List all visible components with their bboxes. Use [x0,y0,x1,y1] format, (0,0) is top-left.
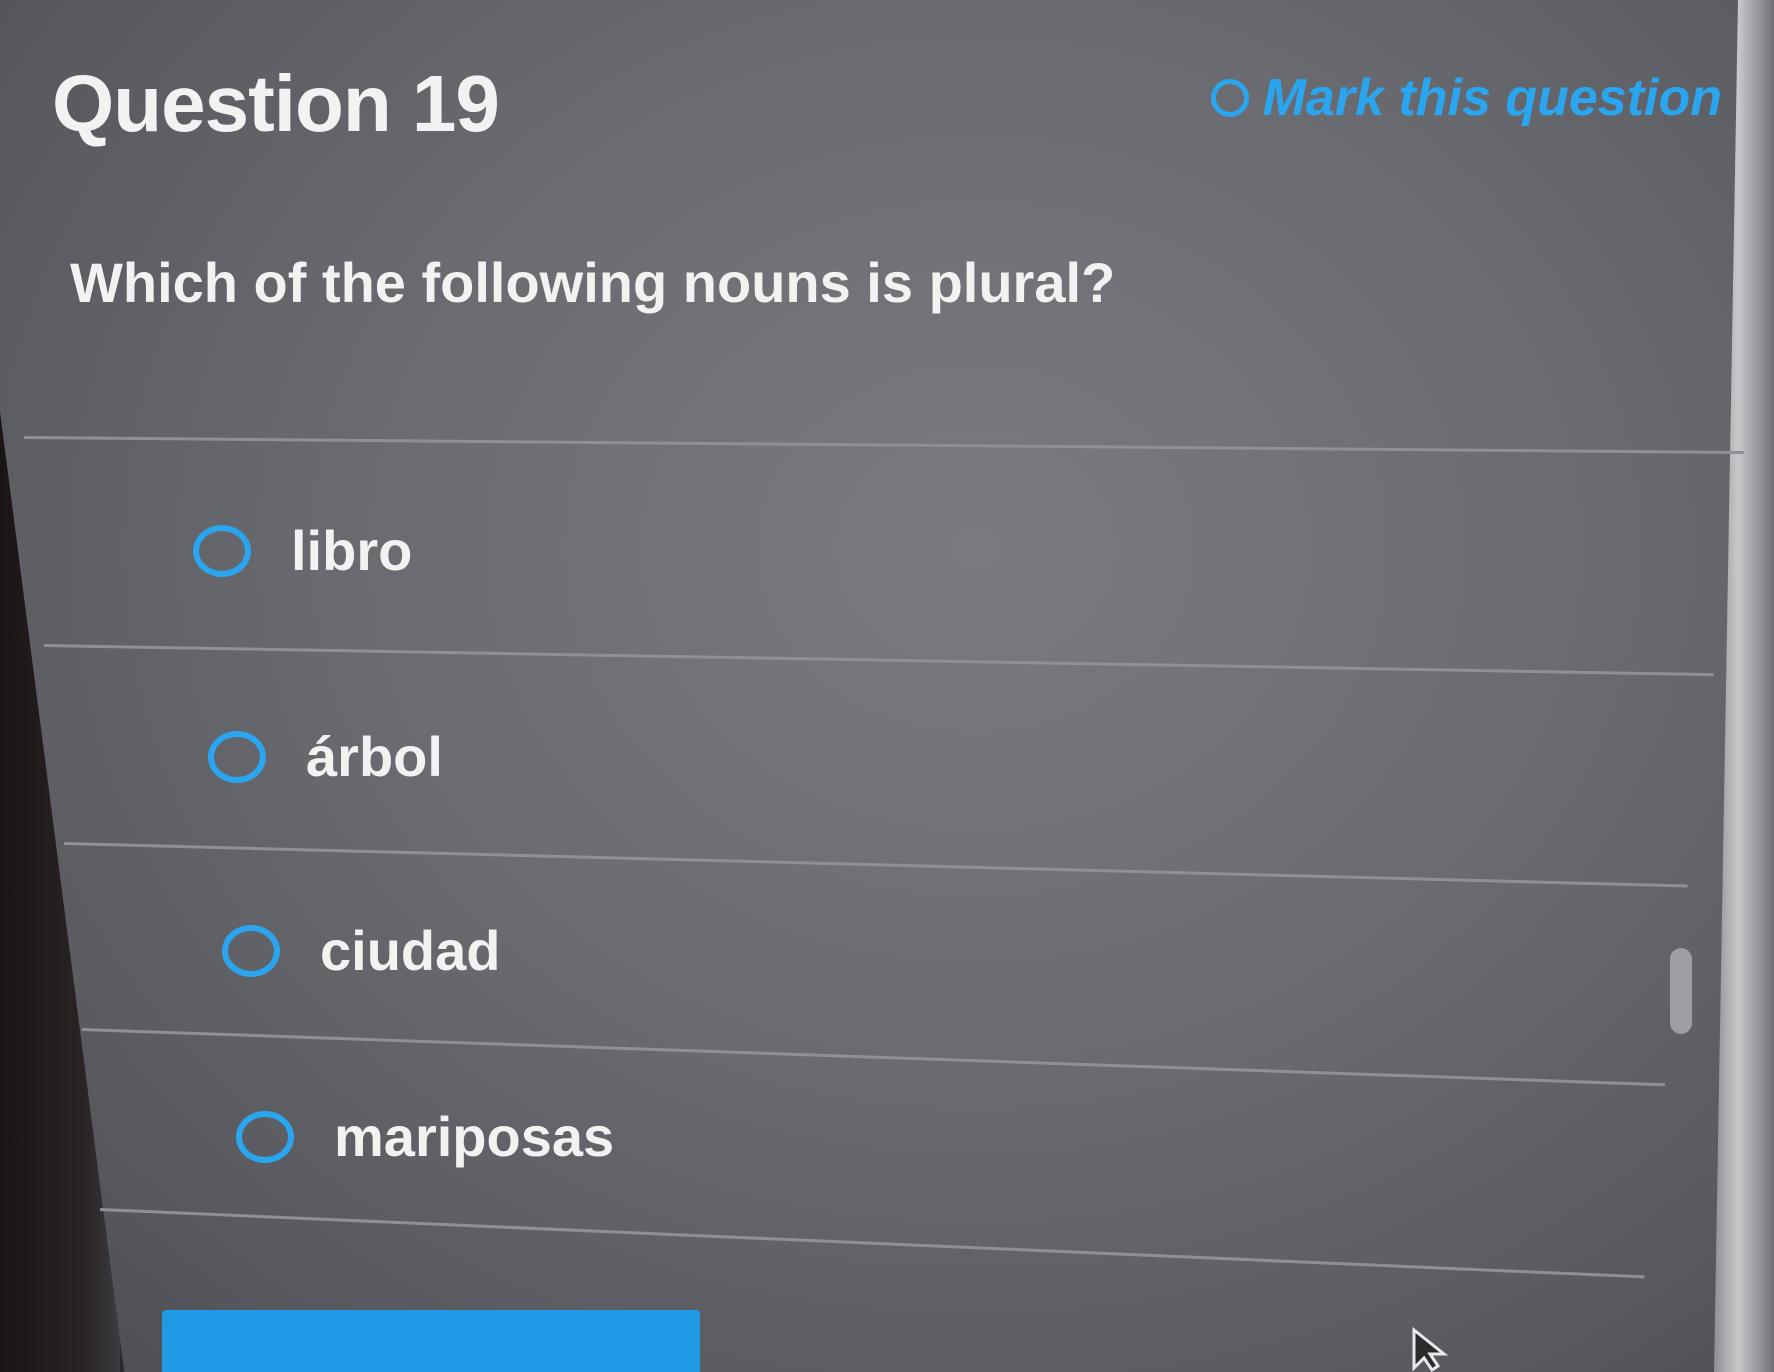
answer-option-2[interactable]: árbol [208,724,443,789]
question-prompt: Which of the following nouns is plural? [70,251,1116,314]
radio-circle-icon[interactable] [236,1110,294,1163]
answer-option-label[interactable]: árbol [306,724,443,789]
answer-option-label[interactable]: libro [291,518,412,583]
submit-button[interactable] [162,1310,700,1372]
mark-question-toggle[interactable]: Mark this question [1210,68,1722,128]
radio-circle-icon[interactable] [208,730,266,783]
answer-option-label[interactable]: ciudad [320,918,500,983]
scrollbar-thumb[interactable] [1670,948,1692,1034]
radio-circle-icon[interactable] [1210,79,1249,117]
answer-option-4[interactable]: mariposas [236,1104,614,1169]
question-title: Question 19 [52,59,500,148]
answer-option-1[interactable]: libro [193,518,412,583]
question-header: Question 19 Mark this question [52,58,1722,148]
mark-question-label[interactable]: Mark this question [1263,68,1722,128]
arrow-cursor-icon [1412,1326,1449,1372]
radio-circle-icon[interactable] [222,924,280,977]
answer-option-3[interactable]: ciudad [222,918,500,983]
answer-option-label[interactable]: mariposas [334,1104,614,1169]
radio-circle-icon[interactable] [193,524,251,577]
